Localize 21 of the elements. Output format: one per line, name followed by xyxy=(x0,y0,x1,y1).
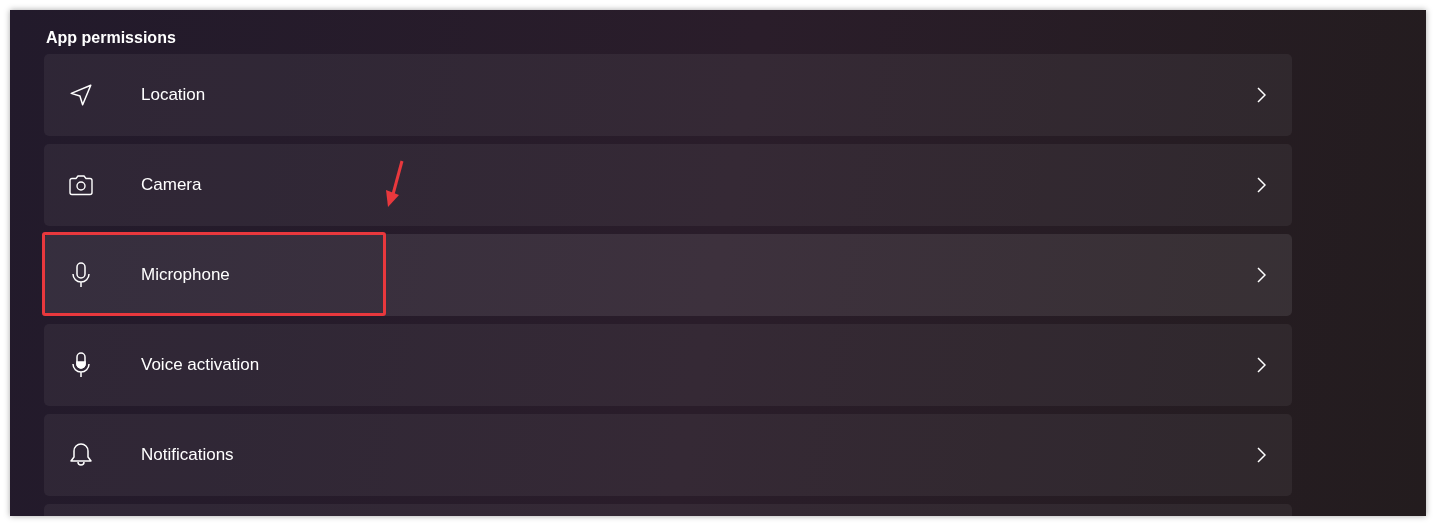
bell-icon xyxy=(69,442,93,468)
camera-icon xyxy=(68,173,94,197)
microphone-icon xyxy=(71,262,91,288)
pointer-arrow xyxy=(384,160,406,208)
navigation-arrow-icon xyxy=(68,82,94,108)
row-label: Camera xyxy=(141,175,203,195)
settings-row[interactable]: Notifications xyxy=(44,414,1292,496)
chevron-right-icon xyxy=(1257,357,1266,373)
settings-row[interactable]: Voice activation xyxy=(44,324,1292,406)
row-label: Notifications xyxy=(141,445,235,465)
chevron-right-icon xyxy=(1257,447,1266,463)
chevron-right-icon xyxy=(1257,87,1266,103)
chevron-right-icon xyxy=(1257,267,1266,283)
settings-row[interactable]: Location xyxy=(44,54,1292,136)
row-label: Microphone xyxy=(141,265,231,285)
row-label: Voice activation xyxy=(141,355,261,375)
chevron-right-icon xyxy=(1257,177,1266,193)
section-title: App permissions xyxy=(46,28,177,48)
settings-row[interactable]: Camera xyxy=(44,144,1292,226)
row-label: Location xyxy=(141,85,207,105)
microphone-icon xyxy=(71,352,91,378)
